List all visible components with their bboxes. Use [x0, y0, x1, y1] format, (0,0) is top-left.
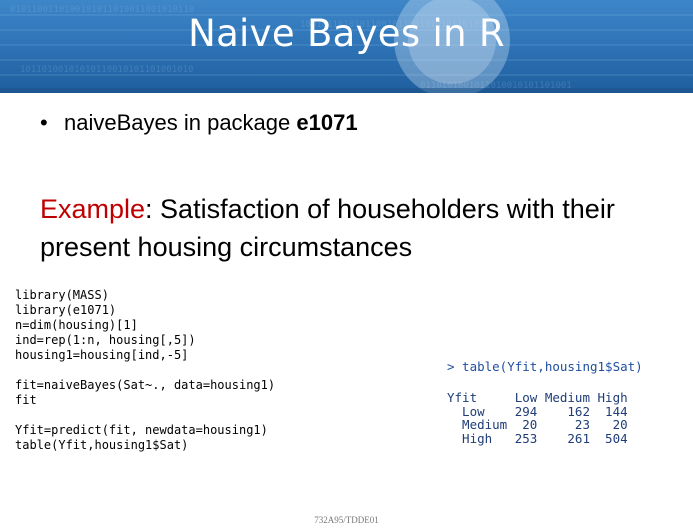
table-row: High 253 261 504	[447, 430, 628, 446]
bullet-text: naiveBayes in package	[64, 110, 297, 135]
slide-title: Naive Bayes in R	[188, 12, 505, 55]
code-line: library(MASS)	[15, 288, 109, 302]
code-line: ind=rep(1:n, housing[,5])	[15, 333, 196, 347]
code-line: table(Yfit,housing1$Sat)	[15, 438, 189, 452]
code-line: Yfit=predict(fit, newdata=housing1)	[15, 423, 268, 437]
code-line: housing1=housing[ind,-5]	[15, 348, 189, 362]
slide-footer: 732A95/TDDE01	[314, 515, 379, 525]
code-line: fit=naiveBayes(Sat~., data=housing1)	[15, 378, 276, 392]
console-command: > table(Yfit,housing1$Sat)	[447, 359, 643, 374]
bullet-item: • naiveBayes in package e1071	[40, 110, 358, 136]
code-line: fit	[15, 393, 37, 407]
bullet-package-name: e1071	[296, 110, 358, 135]
title-banner: 0101100110100101011010011001010110 10010…	[0, 0, 693, 93]
console-output-table: Yfit Low Medium High Low 294 162 144 Med…	[447, 391, 628, 445]
code-line: n=dim(housing)[1]	[15, 318, 138, 332]
code-line: library(e1071)	[15, 303, 117, 317]
example-paragraph: Example: Satisfaction of householders wi…	[40, 190, 680, 266]
r-code-block: library(MASS) library(e1071) n=dim(housi…	[15, 288, 275, 453]
svg-text:101101001010101100101011010010: 10110100101010110010101101001010	[20, 65, 193, 75]
bullet-icon: •	[40, 110, 48, 135]
example-label: Example	[40, 194, 146, 224]
